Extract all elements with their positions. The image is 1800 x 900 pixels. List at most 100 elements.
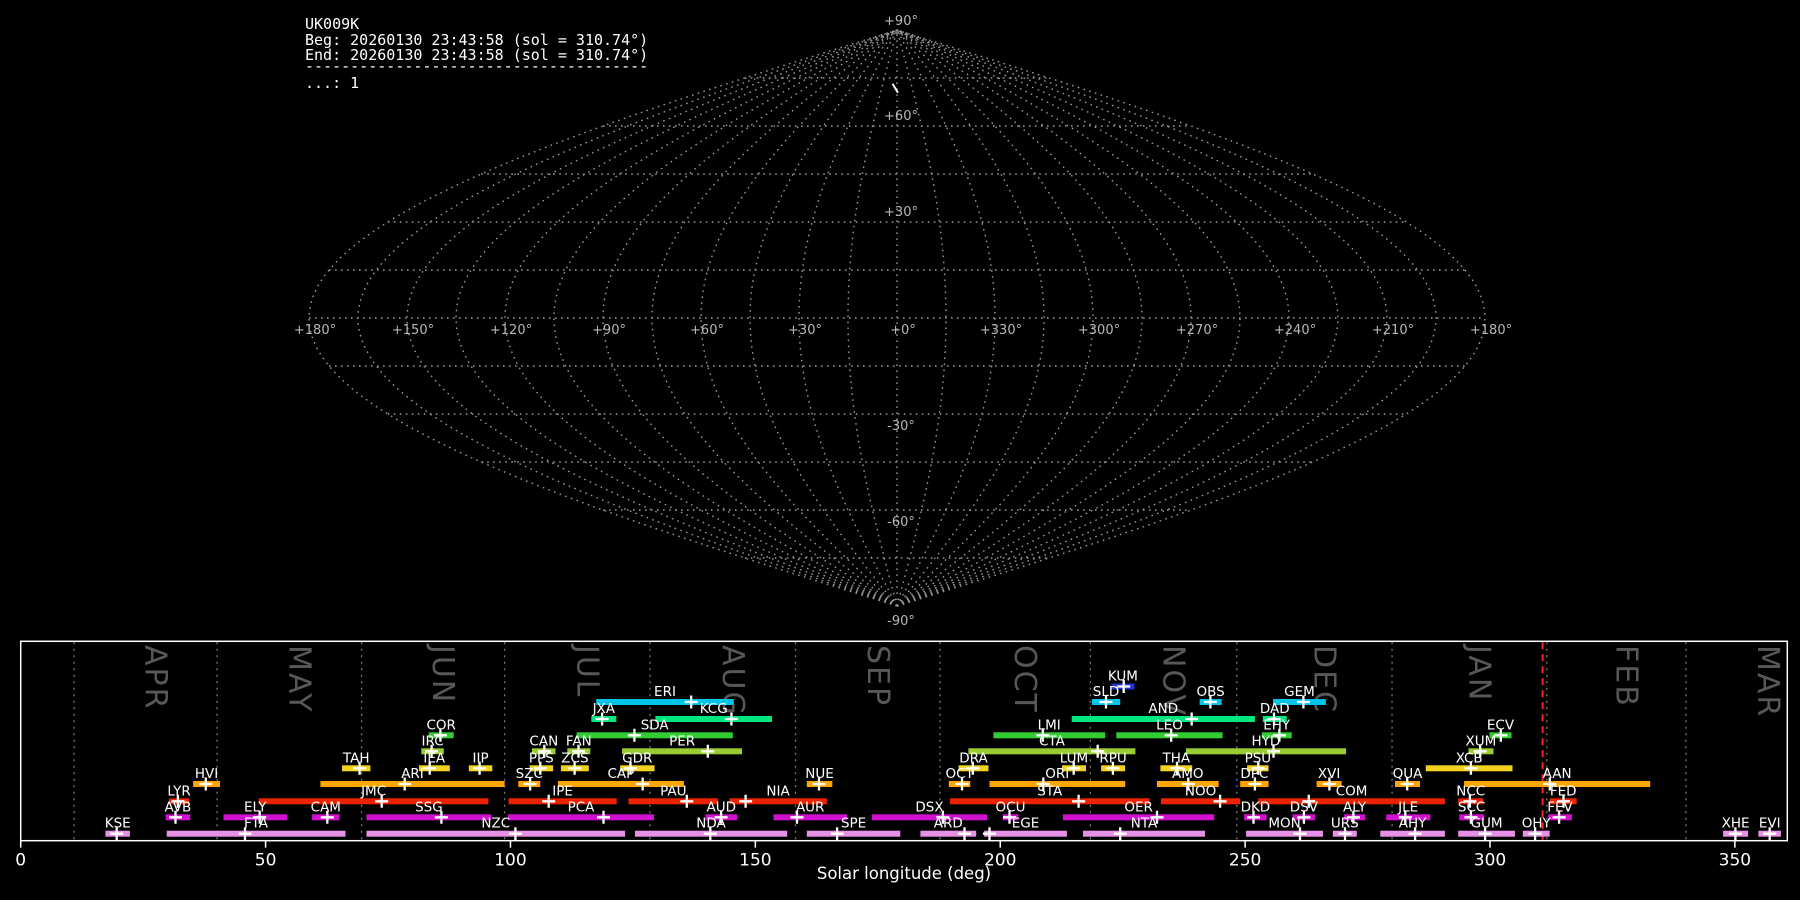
shower-label-IEA: IEA: [423, 750, 446, 766]
shower-label-SSG: SSG: [415, 799, 443, 815]
shower-label-KSE: KSE: [105, 816, 131, 832]
longitude-label: +300°: [1078, 323, 1120, 338]
shower-label-JLE: JLE: [1397, 799, 1418, 815]
shower-label-OCT: OCT: [945, 766, 974, 782]
shower-label-OHY: OHY: [1522, 816, 1552, 832]
longitude-label: +150°: [392, 323, 434, 338]
latitude-label: -90°: [887, 614, 915, 629]
shower-label-ARI: ARI: [401, 766, 424, 782]
month-label-OCT: OCT: [1007, 645, 1042, 714]
month-label-JUL: JUL: [569, 643, 604, 699]
longitude-label: +210°: [1372, 323, 1414, 338]
grid-meridian: [651, 29, 898, 607]
shower-label-COR: COR: [426, 717, 455, 733]
latitude-label: +90°: [884, 14, 918, 29]
shower-label-CAM: CAM: [311, 799, 341, 815]
shower-label-DPC: DPC: [1240, 766, 1268, 782]
shower-label-OER: OER: [1124, 799, 1153, 815]
x-tick-label: 150: [739, 851, 771, 871]
shower-label-GEM: GEM: [1284, 684, 1315, 700]
x-axis-title: Solar longitude (deg): [817, 864, 991, 883]
orbit-analysis-window: UK009K Beg: 20260130 23:43:58 (sol = 310…: [0, 0, 1800, 900]
shower-label-NOO: NOO: [1185, 783, 1216, 799]
shower-label-PER: PER: [669, 733, 695, 749]
peak-marker-NZC: [508, 827, 522, 841]
shower-label-LUM: LUM: [1060, 750, 1088, 766]
shower-label-ERI: ERI: [654, 684, 676, 700]
month-label-MAR: MAR: [1750, 645, 1785, 718]
shower-label-ELY: ELY: [244, 799, 267, 815]
shower-label-XUM: XUM: [1466, 733, 1497, 749]
shower-label-FED: FED: [1550, 783, 1577, 799]
shower-label-JMC: JMC: [360, 783, 386, 799]
shower-label-MON: MON: [1268, 816, 1300, 832]
shower-label-KCG: KCG: [700, 701, 728, 717]
shower-label-AUR: AUR: [796, 799, 825, 815]
shower-label-COM: COM: [1336, 783, 1368, 799]
month-label-JAN: JAN: [1461, 643, 1496, 702]
grid-meridian: [896, 29, 1437, 607]
plot-canvas: UK009K Beg: 20260130 23:43:58 (sol = 310…: [15, 14, 1789, 883]
x-tick-label: 100: [494, 851, 526, 871]
latitude-label: -60°: [887, 515, 915, 530]
shower-label-DAD: DAD: [1260, 701, 1290, 717]
month-label-JUN: JUN: [425, 643, 460, 704]
x-tick-label: 0: [15, 851, 26, 871]
shower-label-AUD: AUD: [707, 799, 737, 815]
shower-label-EGE: EGE: [1012, 816, 1040, 832]
x-tick-label: 50: [255, 851, 277, 871]
month-label-MAY: MAY: [281, 645, 316, 713]
shower-label-HYD: HYD: [1252, 733, 1281, 749]
shower-label-QUA: QUA: [1393, 766, 1424, 782]
shower-label-SPE: SPE: [841, 816, 866, 832]
celestial-projection: +90° +60° +30° -30° -60° -90° +180° +150° +120° +…: [294, 14, 1512, 629]
shower-label-NZC: NZC: [481, 816, 510, 832]
shower-label-ALY: ALY: [1343, 799, 1367, 815]
peak-marker-NTA: [1113, 827, 1127, 841]
longitude-label: +240°: [1274, 323, 1316, 338]
peak-marker-STA: [1072, 794, 1086, 808]
shower-label-TAH: TAH: [342, 750, 370, 766]
shower-label-EHY: EHY: [1263, 717, 1291, 733]
shower-label-IPE: IPE: [552, 783, 573, 799]
shower-label-LYR: LYR: [167, 783, 190, 799]
shower-label-XHE: XHE: [1722, 816, 1750, 832]
peak-marker-ERI: [684, 695, 698, 709]
peak-marker-PCA: [597, 810, 610, 824]
shower-label-FAN: FAN: [566, 733, 592, 749]
shower-label-OBS: OBS: [1196, 684, 1224, 700]
grid-meridian: [896, 29, 1241, 607]
shower-label-AND: AND: [1148, 701, 1178, 717]
grid-meridian: [553, 29, 898, 607]
shower-label-ZCS: ZCS: [561, 750, 588, 766]
shower-label-NCC: NCC: [1456, 783, 1485, 799]
separator-line: --------------------------------------: [305, 57, 648, 75]
longitude-label: +30°: [788, 323, 822, 338]
shower-label-PSU: PSU: [1245, 750, 1272, 766]
month-label-SEP: SEP: [860, 645, 895, 707]
latitude-label: +60°: [884, 109, 918, 124]
shower-label-PCA: PCA: [568, 799, 596, 815]
shower-label-XVI: XVI: [1318, 766, 1340, 782]
longitude-label: +120°: [490, 323, 532, 338]
shower-label-THA: THA: [1161, 750, 1190, 766]
shower-label-SZC: SZC: [516, 766, 543, 782]
shower-label-DSV: DSV: [1290, 799, 1319, 815]
shower-label-DRA: DRA: [959, 750, 988, 766]
shower-label-JXA: JXA: [592, 701, 616, 717]
shower-label-AMO: AMO: [1172, 766, 1204, 782]
meteor-trail: [892, 83, 899, 93]
longitude-label: +0°: [890, 323, 916, 338]
longitude-label: +270°: [1176, 323, 1218, 338]
shower-label-XCB: XCB: [1456, 750, 1483, 766]
shower-label-PAU: PAU: [660, 783, 686, 799]
shower-label-NIA: NIA: [766, 783, 790, 799]
shower-label-ORI: ORI: [1045, 766, 1069, 782]
longitude-label: +60°: [690, 323, 724, 338]
shower-label-RPU: RPU: [1099, 750, 1126, 766]
latitude-label: -30°: [887, 419, 915, 434]
shower-label-SCC: SCC: [1458, 799, 1485, 815]
shower-label-AAN: AAN: [1543, 766, 1572, 782]
shower-label-NDA: NDA: [696, 816, 726, 832]
shower-label-AHY: AHY: [1399, 816, 1427, 832]
